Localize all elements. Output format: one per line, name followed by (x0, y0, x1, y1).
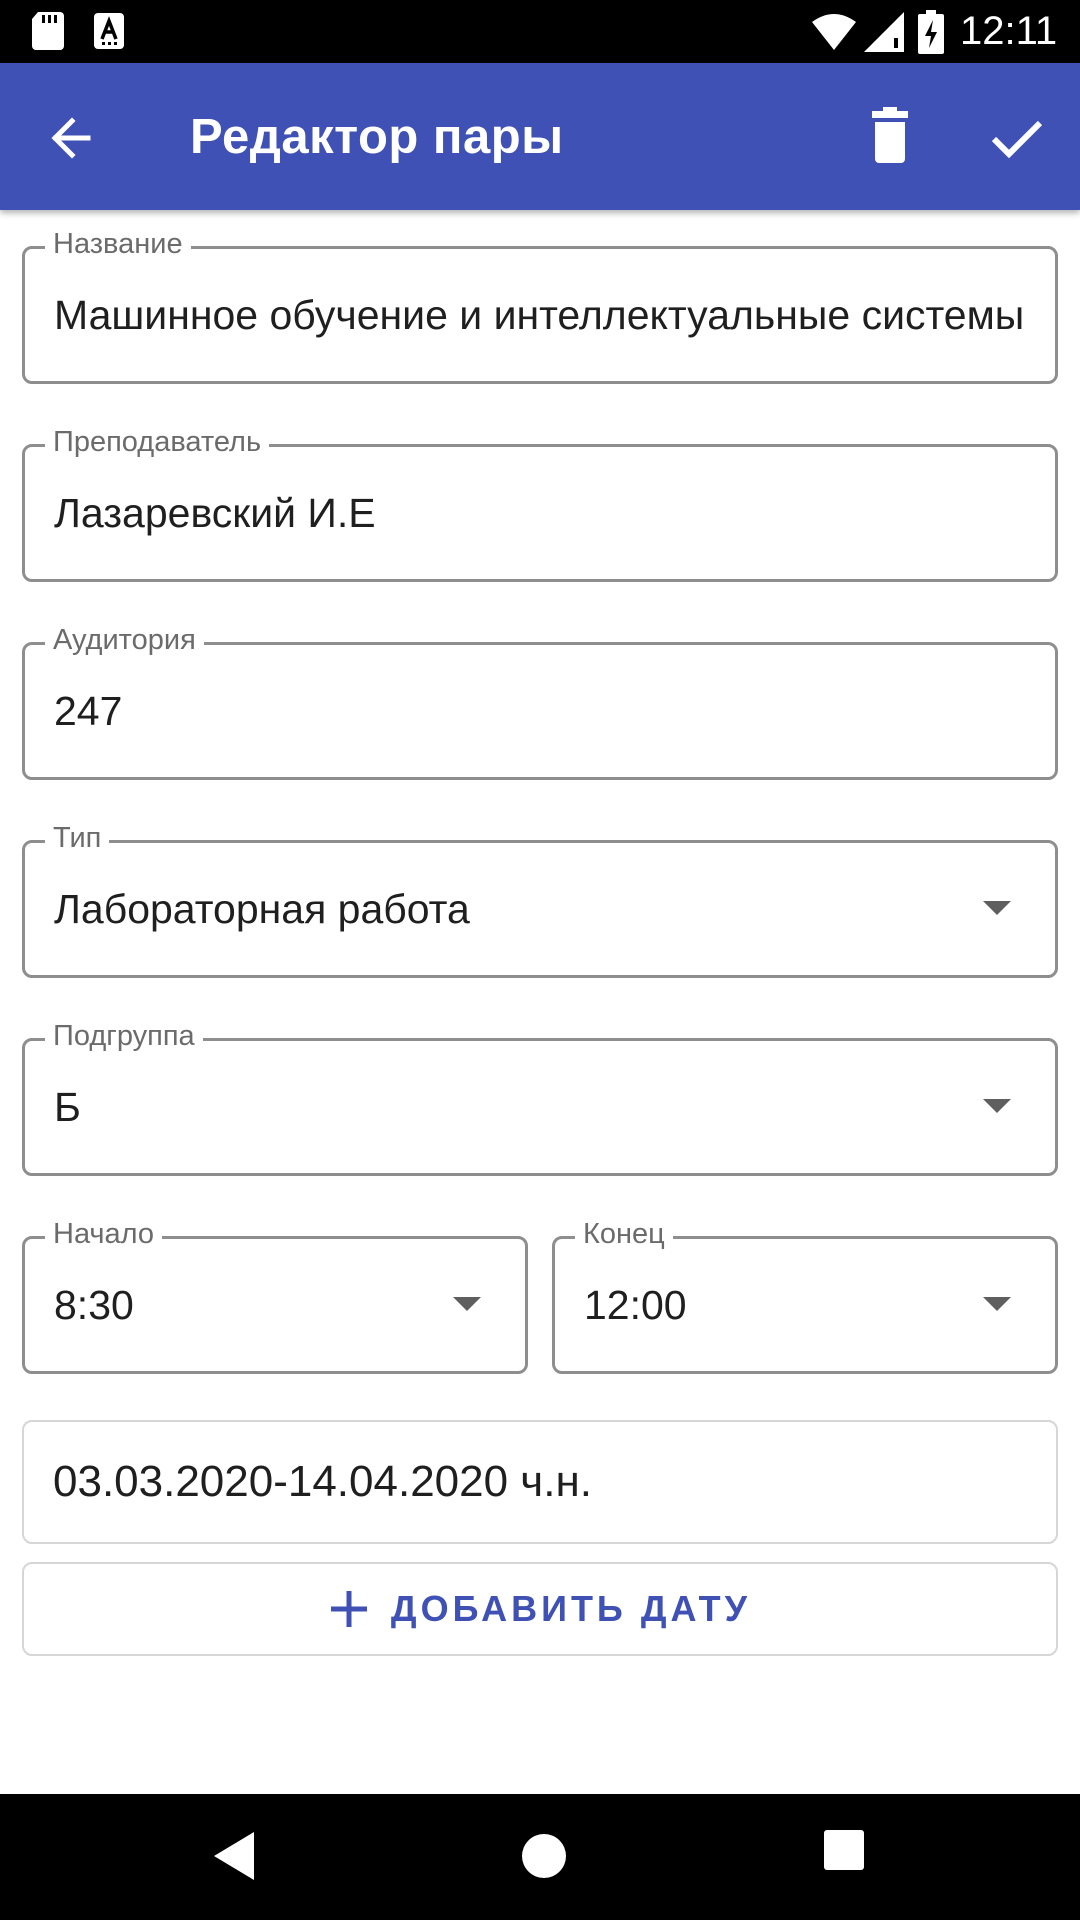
name-field[interactable]: Название Машинное обучение и интеллектуа… (22, 227, 1058, 384)
subgroup-value: Б (54, 1083, 81, 1130)
room-value: 247 (54, 687, 123, 734)
add-date-label: ДОБАВИТЬ ДАТУ (390, 1588, 752, 1629)
back-arrow-icon[interactable] (38, 103, 108, 173)
end-time-value: 12:00 (584, 1281, 687, 1328)
date-range-item[interactable]: 03.03.2020-14.04.2020 ч.н. (22, 1420, 1058, 1544)
cell-signal-icon (864, 12, 904, 52)
status-clock: 12:11 (960, 9, 1058, 53)
teacher-value: Лазаревский И.Е (54, 489, 376, 536)
status-bar: 12:11 (0, 0, 1080, 63)
sd-card-icon (32, 12, 64, 50)
end-time-dropdown[interactable]: Конец 12:00 (552, 1217, 1058, 1374)
room-field[interactable]: Аудитория 247 (22, 623, 1058, 780)
checkmark-icon[interactable] (980, 101, 1052, 173)
nav-back-icon[interactable] (210, 1828, 260, 1884)
start-time-value: 8:30 (54, 1281, 134, 1328)
a-notification-icon (94, 13, 124, 49)
editor-screen: 12:11 Редактор пары Название Машинное об… (0, 0, 1080, 1920)
trash-icon[interactable] (854, 101, 926, 173)
subgroup-dropdown[interactable]: Подгруппа Б (22, 1019, 1058, 1176)
system-nav-bar (0, 1794, 1080, 1920)
dropdown-arrow-icon (983, 901, 1011, 915)
add-date-button[interactable]: ДОБАВИТЬ ДАТУ (22, 1562, 1058, 1656)
teacher-field[interactable]: Преподаватель Лазаревский И.Е (22, 425, 1058, 582)
type-value: Лабораторная работа (54, 885, 470, 932)
wifi-icon (812, 14, 856, 50)
app-bar: Редактор пары (0, 63, 1080, 210)
dropdown-arrow-icon (983, 1099, 1011, 1113)
plus-icon (330, 1591, 367, 1627)
dropdown-arrow-icon (453, 1297, 481, 1311)
nav-home-icon[interactable] (516, 1828, 572, 1884)
start-time-dropdown[interactable]: Начало 8:30 (22, 1217, 528, 1374)
name-value: Машинное обучение и интеллектуальные сис… (54, 291, 1025, 338)
battery-charging-icon (918, 10, 944, 54)
date-range-text: 03.03.2020-14.04.2020 ч.н. (53, 1457, 592, 1506)
nav-recents-icon[interactable] (824, 1830, 864, 1870)
dropdown-arrow-icon (983, 1297, 1011, 1311)
type-dropdown[interactable]: Тип Лабораторная работа (22, 821, 1058, 978)
page-title: Редактор пары (190, 110, 564, 164)
